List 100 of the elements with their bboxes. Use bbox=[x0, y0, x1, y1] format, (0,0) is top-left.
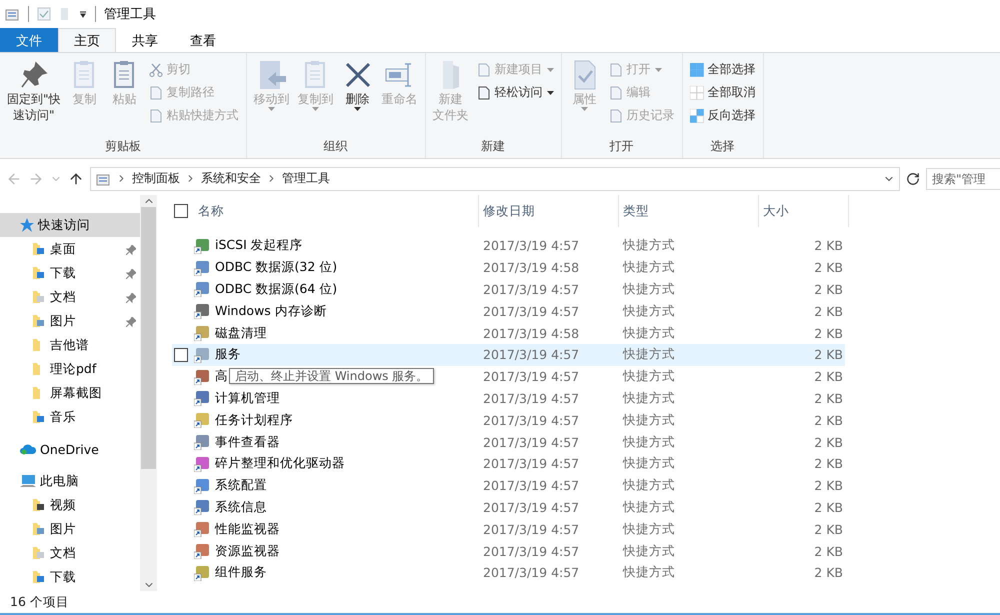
table-cell-text: 2 KB bbox=[813, 326, 844, 341]
table-cell-text: 快捷方式 bbox=[622, 390, 676, 407]
column-header[interactable]: 修改日期 bbox=[479, 195, 619, 227]
nav-item[interactable]: 吉他谱 bbox=[0, 333, 140, 357]
item-count: 16 个项目 bbox=[10, 594, 69, 610]
table-cell-text: 2 KB bbox=[813, 238, 844, 254]
table-cell-text: 快捷方式 bbox=[622, 302, 676, 320]
nav-item[interactable]: 理论pdf bbox=[0, 357, 140, 381]
file-name: 系统信息 bbox=[215, 498, 267, 516]
shortcut-app-icon bbox=[194, 346, 210, 363]
table-cell-text: 快捷方式 bbox=[622, 346, 676, 364]
search-field[interactable]: 搜索"管理 bbox=[926, 168, 1000, 190]
caret-icon bbox=[581, 107, 588, 111]
ribbon-button[interactable]: 反向选择 bbox=[686, 105, 759, 126]
table-cell-text: 2017/3/19 4:57 bbox=[482, 544, 580, 559]
shortcut-app-icon bbox=[194, 456, 210, 472]
address-bar[interactable]: 控制面板 系统和安全 管理工具 bbox=[90, 166, 900, 190]
nav-item[interactable]: 桌面 bbox=[0, 237, 140, 261]
select-all-checkbox[interactable] bbox=[174, 204, 188, 218]
shortcut-app-icon bbox=[194, 521, 210, 538]
table-cell-text: 2 KB bbox=[813, 390, 844, 406]
window-title: 管理工具 bbox=[104, 6, 156, 23]
shortcut-app-icon bbox=[194, 368, 210, 385]
ribbon-group-label: 打开 bbox=[608, 138, 635, 155]
table-cell-text: 2017/3/19 4:58 bbox=[482, 326, 580, 341]
table-cell-text: 2017/3/19 4:57 bbox=[482, 304, 580, 319]
shortcut-app-icon bbox=[194, 281, 210, 298]
page-icon bbox=[476, 62, 491, 76]
table-cell-text: 2 KB bbox=[813, 565, 844, 580]
computer-icon bbox=[20, 474, 36, 488]
table-cell-text: 快捷方式 bbox=[622, 434, 676, 451]
table-cell-text: 2017/3/19 4:57 bbox=[482, 434, 580, 450]
ribbon-button[interactable]: 全部取消 bbox=[686, 82, 759, 103]
table-cell-text: 2 KB bbox=[813, 282, 844, 297]
grid-icon bbox=[690, 62, 704, 76]
shortcut-app-icon bbox=[194, 499, 210, 516]
nav-item[interactable]: 下载 bbox=[0, 261, 140, 285]
ribbon-group-label: 组织 bbox=[322, 138, 349, 155]
table-cell-text: 2 KB bbox=[813, 456, 844, 472]
column-header[interactable]: 名称 bbox=[194, 195, 479, 227]
breadcrumb[interactable]: 管理工具 bbox=[282, 170, 330, 187]
row-checkbox[interactable] bbox=[174, 348, 188, 362]
table-cell-text: 快捷方式 bbox=[622, 455, 676, 472]
file-row[interactable]: 服务 2017/3/19 4:57 快捷方式 2 KB bbox=[172, 344, 845, 366]
nav-item[interactable]: 视频 bbox=[0, 493, 140, 517]
ribbon-button[interactable]: 轻松访问 bbox=[474, 82, 557, 103]
breadcrumb[interactable]: 控制面板 bbox=[132, 170, 180, 187]
nav-item[interactable]: 图片 bbox=[0, 309, 140, 333]
shortcut-app-icon bbox=[194, 303, 210, 320]
caret-icon bbox=[312, 107, 320, 111]
file-name: 组件服务 bbox=[215, 564, 267, 582]
scrollbar[interactable] bbox=[140, 195, 157, 591]
table-cell-text: 快捷方式 bbox=[622, 498, 676, 516]
file-name: 计算机管理 bbox=[215, 390, 280, 407]
file-name: 任务计划程序 bbox=[215, 412, 293, 429]
column-header[interactable]: 类型 bbox=[619, 195, 759, 227]
nav-item[interactable]: 文档 bbox=[0, 541, 140, 565]
shortcut-app-icon bbox=[194, 390, 210, 406]
table-cell-text: 2 KB bbox=[813, 478, 844, 494]
nav-item[interactable]: 屏幕截图 bbox=[0, 381, 140, 405]
table-cell-text: 2 KB bbox=[813, 412, 844, 428]
table-cell-text: 2 KB bbox=[813, 369, 844, 384]
ribbon-button[interactable]: 删除 bbox=[338, 57, 377, 138]
table-cell-text: 2017/3/19 4:57 bbox=[482, 522, 580, 537]
table-cell-text: 快捷方式 bbox=[622, 280, 676, 298]
ribbon-group-label: 选择 bbox=[710, 138, 736, 155]
nav-item[interactable]: 图片 bbox=[0, 517, 140, 541]
grid-icon bbox=[690, 108, 704, 122]
nav-item[interactable]: OneDrive bbox=[0, 437, 140, 461]
refresh-icon[interactable] bbox=[906, 172, 920, 186]
table-cell-text: 2017/3/19 4:57 bbox=[482, 347, 580, 362]
table-cell-text: 2017/3/19 4:57 bbox=[482, 282, 580, 297]
nav-item[interactable]: 文档 bbox=[0, 285, 140, 309]
table-cell-text: 2 KB bbox=[813, 500, 844, 515]
nav-item[interactable]: 音乐 bbox=[0, 405, 140, 429]
table-cell-text: 快捷方式 bbox=[622, 477, 676, 494]
file-name: iSCSI 发起程序 bbox=[215, 237, 303, 254]
ribbon-button[interactable]: 全部选择 bbox=[686, 59, 759, 80]
file-name: 资源监视器 bbox=[215, 542, 280, 560]
table-cell-text: 快捷方式 bbox=[622, 237, 676, 254]
table-cell-text: 2017/3/19 4:57 bbox=[482, 565, 580, 580]
file-name: Windows 内存诊断 bbox=[215, 302, 327, 320]
page-icon bbox=[148, 86, 163, 100]
nav-item[interactable]: 快速访问 bbox=[0, 213, 140, 237]
checkmark-icon[interactable] bbox=[37, 7, 51, 21]
nav-item[interactable]: 此电脑 bbox=[0, 469, 140, 493]
shortcut-app-icon bbox=[194, 434, 210, 450]
ribbon-button[interactable]: 固定到"快速访问" bbox=[4, 57, 64, 138]
caret-icon bbox=[546, 68, 554, 72]
file-name: 系统配置 bbox=[215, 477, 267, 494]
dropdown-icon[interactable] bbox=[79, 10, 87, 18]
page-icon bbox=[148, 108, 163, 122]
breadcrumb[interactable]: 系统和安全 bbox=[201, 170, 261, 187]
ribbon-tab[interactable]: 主页 bbox=[58, 28, 116, 52]
up-icon[interactable] bbox=[68, 170, 84, 186]
table-cell-text: 快捷方式 bbox=[622, 412, 676, 429]
file-menu-tab[interactable]: 文件 bbox=[0, 28, 58, 52]
nav-item[interactable]: 下载 bbox=[0, 565, 140, 589]
column-header[interactable]: 大小 bbox=[759, 195, 849, 227]
file-name: 性能监视器 bbox=[215, 520, 280, 538]
